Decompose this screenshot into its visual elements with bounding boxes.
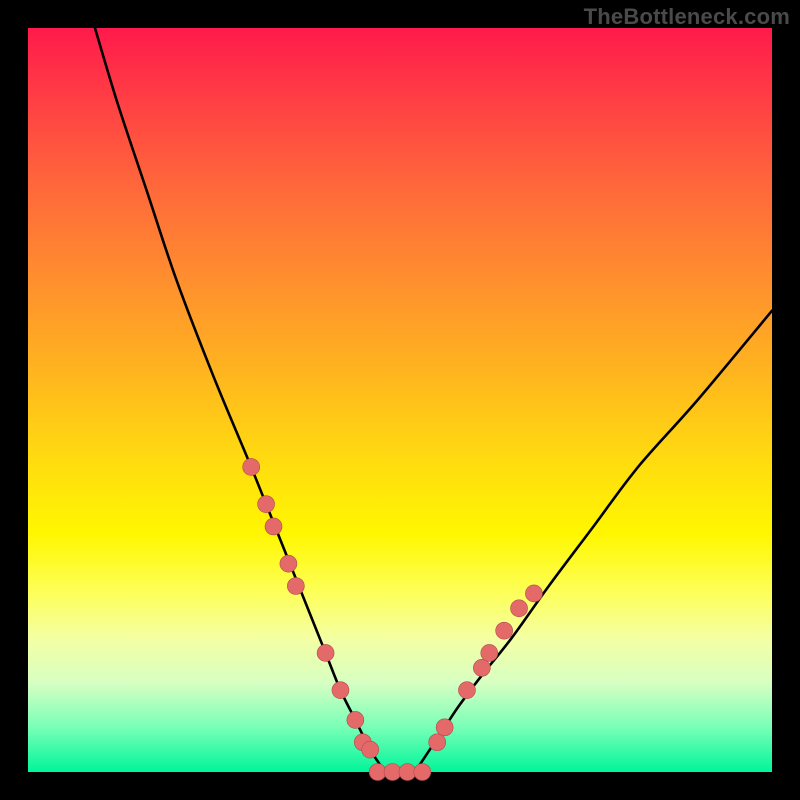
sample-dot xyxy=(243,458,260,475)
sample-dot xyxy=(369,764,386,781)
sample-dots xyxy=(243,458,543,780)
sample-dot xyxy=(458,682,475,699)
sample-dot xyxy=(332,682,349,699)
sample-dot xyxy=(384,764,401,781)
sample-dot xyxy=(511,600,528,617)
right-bottleneck-curve xyxy=(415,311,772,772)
chart-stage: TheBottleneck.com xyxy=(0,0,800,800)
curves-svg xyxy=(28,28,772,772)
left-bottleneck-curve xyxy=(95,28,385,772)
watermark-text: TheBottleneck.com xyxy=(584,4,790,30)
sample-dot xyxy=(496,622,513,639)
sample-dot xyxy=(473,659,490,676)
sample-dot xyxy=(429,734,446,751)
sample-dot xyxy=(399,764,416,781)
sample-dot xyxy=(347,711,364,728)
sample-dot xyxy=(317,644,334,661)
sample-dot xyxy=(436,719,453,736)
plot-area xyxy=(28,28,772,772)
sample-dot xyxy=(258,496,275,513)
sample-dot xyxy=(414,764,431,781)
sample-dot xyxy=(525,585,542,602)
sample-dot xyxy=(481,644,498,661)
sample-dot xyxy=(280,555,297,572)
sample-dot xyxy=(265,518,282,535)
sample-dot xyxy=(287,578,304,595)
sample-dot xyxy=(362,741,379,758)
